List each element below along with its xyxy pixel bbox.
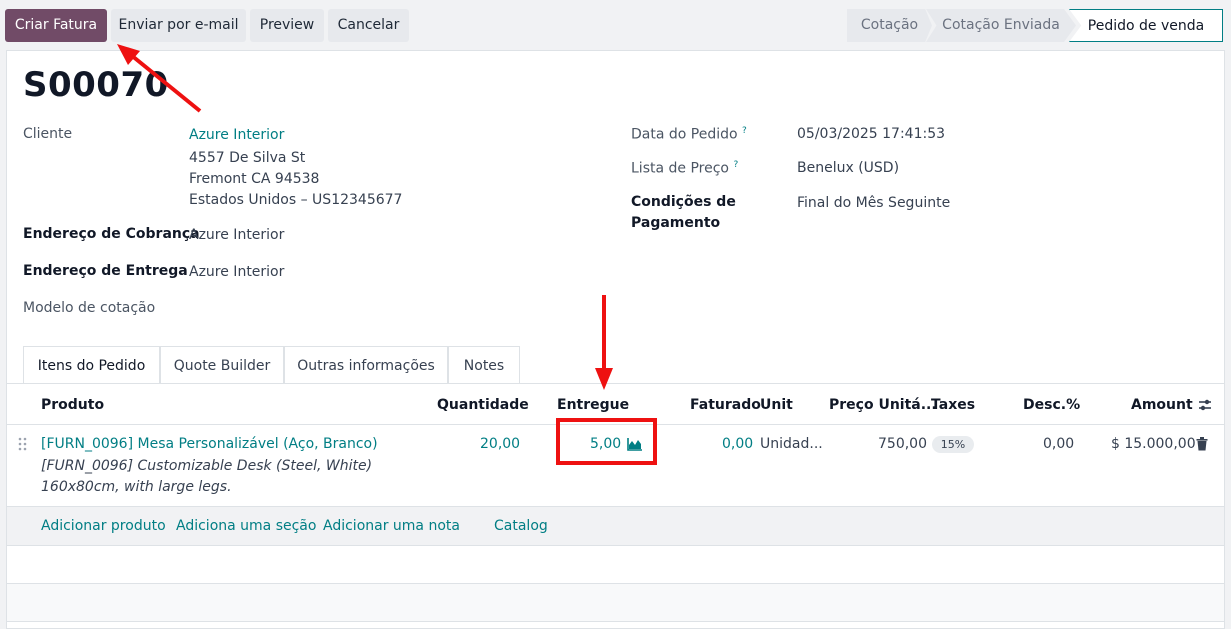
col-delivered[interactable]: Entregue xyxy=(557,397,629,413)
cancel-button[interactable]: Cancelar xyxy=(328,9,409,42)
stage-sales-order[interactable]: Pedido de venda xyxy=(1069,9,1223,42)
pricelist-field[interactable]: Benelux (USD) xyxy=(797,160,899,176)
payment-terms-label: Condições de xyxy=(631,194,736,210)
line-quantity[interactable]: 20,00 xyxy=(480,436,520,452)
address-line-2: Fremont CA 94538 xyxy=(189,171,320,187)
send-email-button[interactable]: Enviar por e-mail xyxy=(111,9,246,42)
tab-quote-builder[interactable]: Quote Builder xyxy=(160,346,284,384)
catalog-link[interactable]: Catalog xyxy=(494,518,548,534)
tab-order-lines[interactable]: Itens do Pedido xyxy=(23,346,160,384)
line-description-1: [FURN_0096] Customizable Desk (Steel, Wh… xyxy=(41,458,373,474)
order-date-label-text: Data do Pedido xyxy=(631,126,738,143)
tab-notes[interactable]: Notes xyxy=(448,346,520,384)
customer-field[interactable]: Azure Interior xyxy=(189,127,284,143)
empty-row xyxy=(7,546,1224,584)
order-name: S00070 xyxy=(23,65,169,105)
quotation-template-label: Modelo de cotação xyxy=(23,300,156,316)
tab-divider xyxy=(7,383,1224,384)
preview-button[interactable]: Preview xyxy=(250,9,324,42)
control-panel: Criar Fatura Enviar por e-mail Preview C… xyxy=(0,0,1231,46)
annotation-highlight-box xyxy=(556,418,657,465)
add-line-row: Adicionar produto Adiciona uma seção Adi… xyxy=(7,506,1224,546)
col-taxes[interactable]: Taxes xyxy=(931,397,975,413)
address-line-3: Estados Unidos – US12345677 xyxy=(189,192,403,208)
add-section-link[interactable]: Adiciona uma seção xyxy=(176,518,316,534)
line-invoiced[interactable]: 0,00 xyxy=(722,436,753,452)
drag-handle-icon[interactable] xyxy=(18,436,28,456)
create-invoice-button[interactable]: Criar Fatura xyxy=(5,9,107,42)
order-date-field[interactable]: 05/03/2025 17:41:53 xyxy=(797,126,945,142)
col-amount[interactable]: Amount xyxy=(1131,397,1193,413)
form-sheet: S00070 Cliente Azure Interior 4557 De Si… xyxy=(6,50,1225,629)
line-description-2: 160x80cm, with large legs. xyxy=(41,479,232,495)
pricelist-label-text: Lista de Preço xyxy=(631,160,729,177)
col-unit[interactable]: Unit xyxy=(760,397,793,413)
tab-other-info[interactable]: Outras informações xyxy=(284,346,448,384)
col-quantity[interactable]: Quantidade xyxy=(437,397,529,413)
add-product-link[interactable]: Adicionar produto xyxy=(41,518,166,534)
delivery-address-field[interactable]: Azure Interior xyxy=(189,264,284,280)
payment-terms-field[interactable]: Final do Mês Seguinte xyxy=(797,195,950,211)
col-unit-price[interactable]: Preço Unitá... xyxy=(829,397,937,413)
payment-terms-label-2: Pagamento xyxy=(631,215,721,231)
order-date-label: Data do Pedido ? xyxy=(631,126,747,143)
add-note-link[interactable]: Adicionar uma nota xyxy=(323,518,460,534)
col-invoiced[interactable]: Faturado xyxy=(690,397,761,413)
line-product[interactable]: [FURN_0096] Mesa Personalizável (Aço, Br… xyxy=(41,436,378,452)
invoice-address-field[interactable]: Azure Interior xyxy=(189,227,284,243)
pricelist-label: Lista de Preço ? xyxy=(631,160,738,177)
empty-row xyxy=(7,584,1224,622)
optional-columns-icon[interactable] xyxy=(1197,397,1213,417)
line-unit-price[interactable]: 750,00 xyxy=(878,436,927,452)
tax-badge[interactable]: 15% xyxy=(932,436,974,453)
invoice-address-label: Endereço de Cobrança xyxy=(23,226,200,242)
customer-label: Cliente xyxy=(23,126,73,142)
stage-quotation-sent[interactable]: Cotação Enviada xyxy=(926,9,1076,42)
col-product[interactable]: Produto xyxy=(41,397,104,413)
line-unit[interactable]: Unidad... xyxy=(760,436,823,452)
delivery-address-label: Endereço de Entrega xyxy=(23,263,188,279)
line-discount[interactable]: 0,00 xyxy=(1043,436,1074,452)
col-discount[interactable]: Desc.% xyxy=(1023,397,1080,413)
help-icon[interactable]: ? xyxy=(733,160,738,170)
line-amount: $ 15.000,00 xyxy=(1111,436,1196,452)
help-icon[interactable]: ? xyxy=(742,126,747,136)
address-line-1: 4557 De Silva St xyxy=(189,150,306,166)
stage-quotation[interactable]: Cotação xyxy=(847,9,932,42)
trash-icon[interactable] xyxy=(1196,437,1208,455)
